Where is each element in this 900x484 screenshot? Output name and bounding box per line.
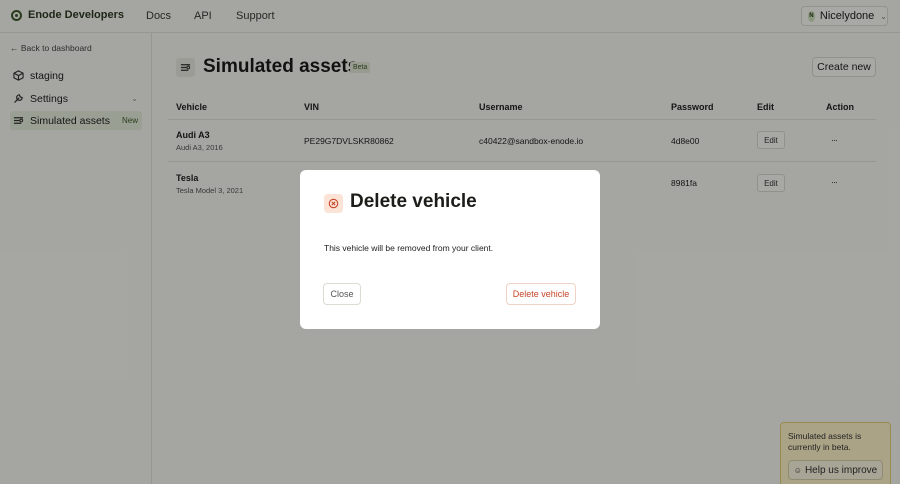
delete-vehicle-button[interactable]: Delete vehicle <box>506 283 576 305</box>
dialog-title: Delete vehicle <box>350 191 477 212</box>
close-button[interactable]: Close <box>323 283 361 305</box>
dialog-message: This vehicle will be removed from your c… <box>324 243 494 253</box>
delete-vehicle-dialog: Delete vehicle This vehicle will be remo… <box>300 170 600 329</box>
x-circle-icon <box>324 194 343 213</box>
